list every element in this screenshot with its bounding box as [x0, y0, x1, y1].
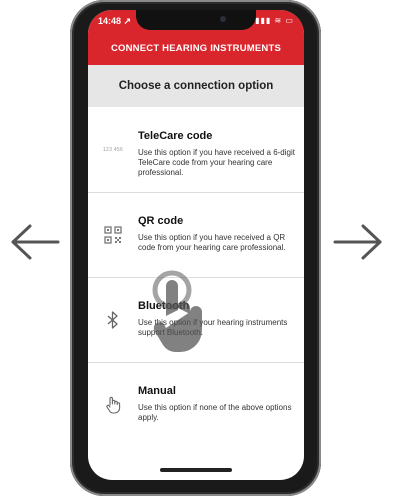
option-description: Use this option if none of the above opt… [138, 403, 292, 422]
option-title: TeleCare code [138, 130, 213, 142]
phone-screen: 14:48 ↗ ▮▮▮ ≋ ▭ CONNECT HEARING INSTRUME… [88, 10, 304, 480]
arrow-right-icon[interactable] [333, 222, 383, 262]
status-time: 14:48 ↗ [98, 16, 132, 26]
section-title: Choose a connection option [88, 65, 304, 107]
qr-code-icon [98, 193, 128, 277]
option-title: Manual [138, 385, 176, 397]
option-title: QR code [138, 215, 184, 227]
bluetooth-icon [98, 278, 128, 362]
option-telecare-code[interactable]: 123 456 TeleCare code Use this option if… [88, 108, 304, 193]
option-description: Use this option if you have received a Q… [138, 233, 286, 252]
camera-icon [220, 16, 226, 22]
option-manual[interactable]: Manual Use this option if none of the ab… [88, 363, 304, 447]
option-qr-code[interactable]: QR code Use this option if you have rece… [88, 193, 304, 278]
home-indicator [160, 468, 232, 472]
status-icons: ▮▮▮ ≋ ▭ [255, 16, 294, 25]
tap-gesture-hand-icon [152, 270, 202, 352]
numeric-code-icon: 123 456 [102, 147, 124, 153]
arrow-left-icon[interactable] [10, 222, 60, 262]
option-description: Use this option if you have received a 6… [138, 148, 295, 177]
page-title: CONNECT HEARING INSTRUMENTS [110, 43, 282, 54]
phone-notch [136, 10, 256, 30]
hand-pointer-icon [98, 363, 128, 447]
